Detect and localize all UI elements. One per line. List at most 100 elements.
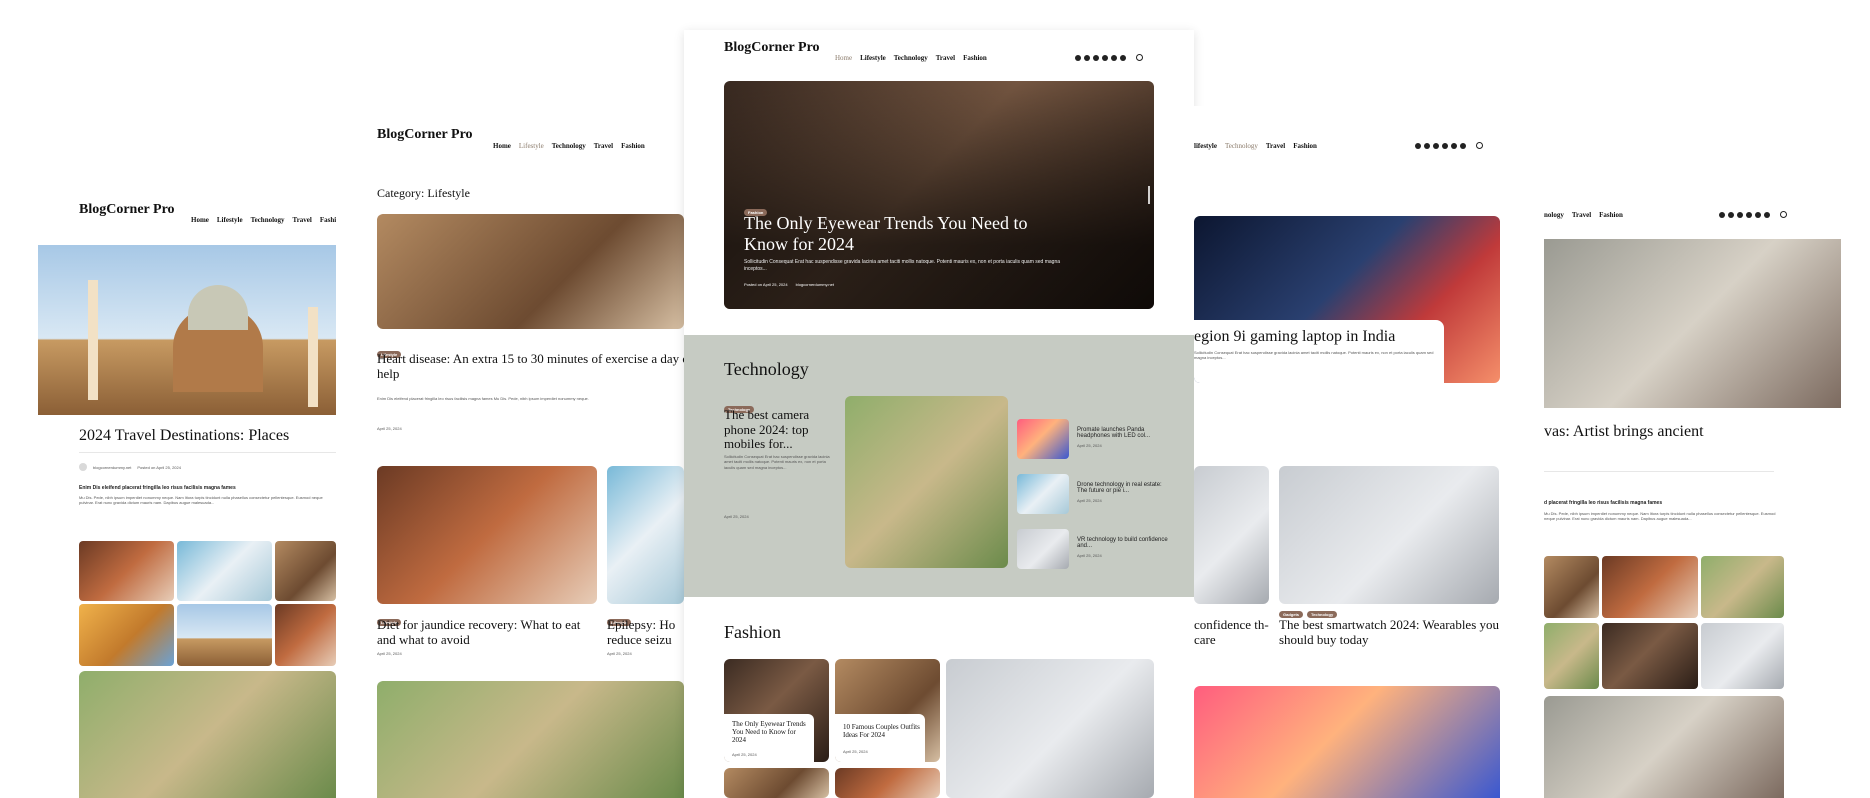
youtube-icon[interactable]: [1120, 54, 1126, 61]
nav-technology-partial[interactable]: nology: [1544, 211, 1564, 219]
post-image[interactable]: [1194, 686, 1500, 798]
nav-lifestyle[interactable]: Lifestyle: [519, 142, 544, 150]
slider-dots[interactable]: [1148, 186, 1150, 204]
post-body: Mu Dis. Pede, nibh ipsum imperdiet nonum…: [1544, 511, 1776, 522]
gallery-thumb[interactable]: [177, 604, 272, 666]
hero-card[interactable]: Fashion The Only Eyewear Trends You Need…: [724, 81, 1154, 309]
post-image[interactable]: [1194, 466, 1269, 604]
nav-travel[interactable]: Travel: [1266, 142, 1285, 150]
hero-image[interactable]: [38, 245, 336, 415]
tech-side-thumb[interactable]: [1017, 474, 1069, 514]
smartwatch-image[interactable]: [1279, 466, 1499, 604]
gallery-thumb[interactable]: [275, 604, 336, 666]
instagram-icon[interactable]: [1084, 54, 1090, 61]
linkedin-icon[interactable]: [1442, 142, 1448, 149]
gallery-thumb[interactable]: [275, 541, 336, 601]
nav-lifestyle-partial[interactable]: lifestyle: [1194, 142, 1217, 150]
nav-travel[interactable]: Travel: [936, 54, 955, 62]
nav-technology[interactable]: Technology: [251, 216, 285, 224]
search-icon[interactable]: [1136, 54, 1143, 61]
nav-travel[interactable]: Travel: [293, 216, 312, 224]
post-title[interactable]: confidence th-care: [1194, 617, 1269, 647]
linkedin-icon[interactable]: [1746, 211, 1752, 218]
nav-travel[interactable]: Travel: [594, 142, 613, 150]
featured-title[interactable]: egion 9i gaming laptop in India: [1194, 328, 1444, 346]
nav-travel[interactable]: Travel: [1572, 211, 1591, 219]
facebook-icon[interactable]: [1075, 54, 1081, 61]
youtube-icon[interactable]: [1764, 211, 1770, 218]
hero-author[interactable]: blogcornerdummy.net: [796, 282, 834, 287]
fashion-card[interactable]: 10 Famous Couples Outfits Ideas For 2024…: [835, 659, 940, 762]
facebook-icon[interactable]: [1719, 211, 1725, 218]
post1-title[interactable]: Heart disease: An extra 15 to 30 minutes…: [377, 351, 684, 382]
hero-title[interactable]: The Only Eyewear Trends You Need to Know…: [744, 213, 1064, 254]
instagram-icon[interactable]: [1424, 142, 1430, 149]
nav-technology[interactable]: Technology: [1225, 142, 1258, 150]
gallery-thumb[interactable]: [177, 541, 272, 601]
brand-logo[interactable]: BlogCorner Pro: [79, 202, 175, 218]
gallery-thumb[interactable]: [1701, 556, 1784, 618]
x-icon[interactable]: [1433, 142, 1439, 149]
nav-fashion[interactable]: Fashion: [1599, 211, 1623, 219]
post4-image[interactable]: [377, 681, 684, 798]
tech-side-thumb[interactable]: [1017, 529, 1069, 569]
fashion-card[interactable]: The Only Eyewear Trends You Need to Know…: [724, 659, 829, 762]
gallery-thumb[interactable]: [1602, 623, 1698, 689]
x-icon[interactable]: [1093, 54, 1099, 61]
gallery-thumb[interactable]: [1701, 623, 1784, 689]
wedding-image[interactable]: [79, 671, 336, 798]
nav-lifestyle[interactable]: Lifestyle: [860, 54, 886, 62]
post-title[interactable]: 2024 Travel Destinations: Places: [79, 427, 336, 445]
gallery-thumb[interactable]: [79, 604, 174, 666]
brand-logo[interactable]: BlogCorner Pro: [377, 127, 473, 143]
search-icon[interactable]: [1780, 211, 1787, 218]
post-body: Mu Dis. Pede, nibh ipsum imperdiet nonum…: [79, 495, 323, 506]
post2-image[interactable]: [377, 466, 597, 604]
bottom-image[interactable]: [1544, 696, 1784, 798]
post3-image[interactable]: [607, 466, 684, 604]
meta-author[interactable]: blogcornerdummy.net: [93, 465, 131, 470]
post2-title[interactable]: Diet for jaundice recovery: What to eat …: [377, 617, 597, 647]
gallery-thumb[interactable]: [1602, 556, 1698, 618]
gallery-thumb[interactable]: [79, 541, 174, 601]
nav-fashion[interactable]: Fashion: [621, 142, 645, 150]
featured-image[interactable]: egion 9i gaming laptop in India Sollicit…: [1194, 216, 1500, 383]
post-title[interactable]: vas: Artist brings ancient: [1544, 423, 1804, 441]
tiktok-icon[interactable]: [1451, 142, 1457, 149]
nav-technology[interactable]: Technology: [552, 142, 586, 150]
nav-home[interactable]: Home: [493, 142, 511, 150]
nav-fashion[interactable]: Fashion: [1293, 142, 1317, 150]
fashion-card-title[interactable]: The Only Eyewear Trends You Need to Know…: [732, 720, 810, 744]
nav-home[interactable]: Home: [835, 54, 852, 62]
nav-lifestyle[interactable]: Lifestyle: [217, 216, 243, 224]
nav-fashion[interactable]: Fashion: [320, 216, 336, 224]
search-icon[interactable]: [1476, 142, 1483, 149]
youtube-icon[interactable]: [1460, 142, 1466, 149]
tech-side-thumb[interactable]: [1017, 419, 1069, 459]
brand-logo[interactable]: BlogCorner Pro: [724, 40, 820, 56]
gallery-thumb[interactable]: [1544, 623, 1599, 689]
tech-side-title[interactable]: VR technology to build confidence and...: [1077, 537, 1172, 549]
featured-image[interactable]: [1544, 239, 1841, 408]
nav-fashion[interactable]: Fashion: [963, 54, 987, 62]
tech-main-title[interactable]: The best camera phone 2024: top mobiles …: [724, 407, 834, 452]
gallery-thumb[interactable]: [1544, 556, 1599, 618]
tiktok-icon[interactable]: [1111, 54, 1117, 61]
tech-feature-image[interactable]: [845, 396, 1008, 568]
fashion-card-title[interactable]: 10 Famous Couples Outfits Ideas For 2024: [843, 723, 921, 740]
instagram-icon[interactable]: [1728, 211, 1734, 218]
fashion-card-bottom[interactable]: [724, 768, 829, 798]
tiktok-icon[interactable]: [1755, 211, 1761, 218]
post3-title[interactable]: Epilepsy: Ho reduce seizu: [607, 617, 684, 647]
linkedin-icon[interactable]: [1102, 54, 1108, 61]
nav-home[interactable]: Home: [191, 216, 209, 224]
smartwatch-title[interactable]: The best smartwatch 2024: Wearables you …: [1279, 617, 1499, 647]
featured-post-image[interactable]: [377, 214, 684, 329]
facebook-icon[interactable]: [1415, 142, 1421, 149]
x-icon[interactable]: [1737, 211, 1743, 218]
tech-side-title[interactable]: Promate launches Panda headphones with L…: [1077, 427, 1172, 439]
tech-side-title[interactable]: Drone technology in real estate: The fut…: [1077, 482, 1172, 494]
fashion-big-image[interactable]: [946, 659, 1154, 798]
fashion-card-bottom[interactable]: [835, 768, 940, 798]
nav-technology[interactable]: Technology: [894, 54, 928, 62]
